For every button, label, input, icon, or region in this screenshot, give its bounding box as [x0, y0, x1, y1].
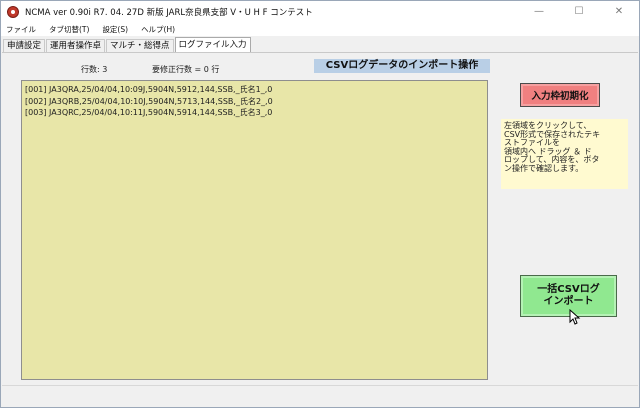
app-logo-icon	[7, 5, 19, 18]
app-window: NCMA ver 0.90i R7. 04. 27D 新版 JARL奈良県支部 …	[0, 0, 640, 408]
title-bar[interactable]: NCMA ver 0.90i R7. 04. 27D 新版 JARL奈良県支部 …	[1, 1, 639, 22]
tab-strip: 申請設定 運用者操作卓 マルチ・総得点 ログファイル入力	[1, 37, 252, 53]
tab-operator-console[interactable]: 運用者操作卓	[46, 39, 106, 53]
help-line: ン操作で確認します。	[504, 163, 584, 173]
window-title: NCMA ver 0.90i R7. 04. 27D 新版 JARL奈良県支部 …	[25, 7, 313, 18]
log-line: [003] JA3QRC,25/04/04,10:11J,5904N,5914,…	[25, 108, 273, 117]
import-section-title: CSVログデータのインポート操作	[314, 59, 490, 73]
menu-file[interactable]: ファイル	[6, 24, 36, 35]
reset-input-button[interactable]: 入力枠初期化	[520, 83, 600, 107]
log-line: [002] JA3QRB,25/04/04,10:10J,5904N,5713,…	[25, 96, 273, 106]
log-input-panel: 行数: 3 要修正行数 = 0 行 CSVログデータのインポート操作 [001]…	[2, 52, 638, 384]
window-controls: — ☐ ✕	[519, 1, 639, 22]
log-list: [001] JA3QRA,25/04/04,10:09J,5904N,5912,…	[22, 81, 487, 119]
menu-settings[interactable]: 設定(S)	[102, 24, 128, 35]
menu-bar: ファイル タブ切替(T) 設定(S) ヘルプ(H)	[1, 22, 639, 36]
close-button[interactable]: ✕	[599, 1, 639, 22]
bulk-button-line1: 一括CSVログ	[537, 284, 600, 295]
tab-application-settings[interactable]: 申請設定	[3, 39, 46, 53]
minimize-button[interactable]: —	[519, 1, 559, 22]
fix-count-label: 要修正行数 = 0 行	[152, 65, 220, 74]
help-text-box: 左領域をクリックして、 CSV形式で保存されたテキ ストファイルを 領域内へ ド…	[501, 119, 628, 189]
menu-tab-switch[interactable]: タブ切替(T)	[49, 24, 89, 35]
tab-log-file-input[interactable]: ログファイル入力	[174, 37, 251, 53]
status-bar	[2, 385, 638, 407]
menu-help[interactable]: ヘルプ(H)	[141, 24, 175, 35]
log-line: [001] JA3QRA,25/04/04,10:09J,5904N,5912,…	[25, 85, 273, 94]
csv-drop-area[interactable]: [001] JA3QRA,25/04/04,10:09J,5904N,5912,…	[21, 80, 488, 380]
row-count-label: 行数: 3	[81, 65, 108, 74]
mouse-pointer-icon	[569, 309, 581, 325]
maximize-button[interactable]: ☐	[559, 1, 599, 22]
tab-multi-score[interactable]: マルチ・総得点	[106, 39, 174, 53]
bulk-button-line2: インポート	[543, 296, 594, 307]
